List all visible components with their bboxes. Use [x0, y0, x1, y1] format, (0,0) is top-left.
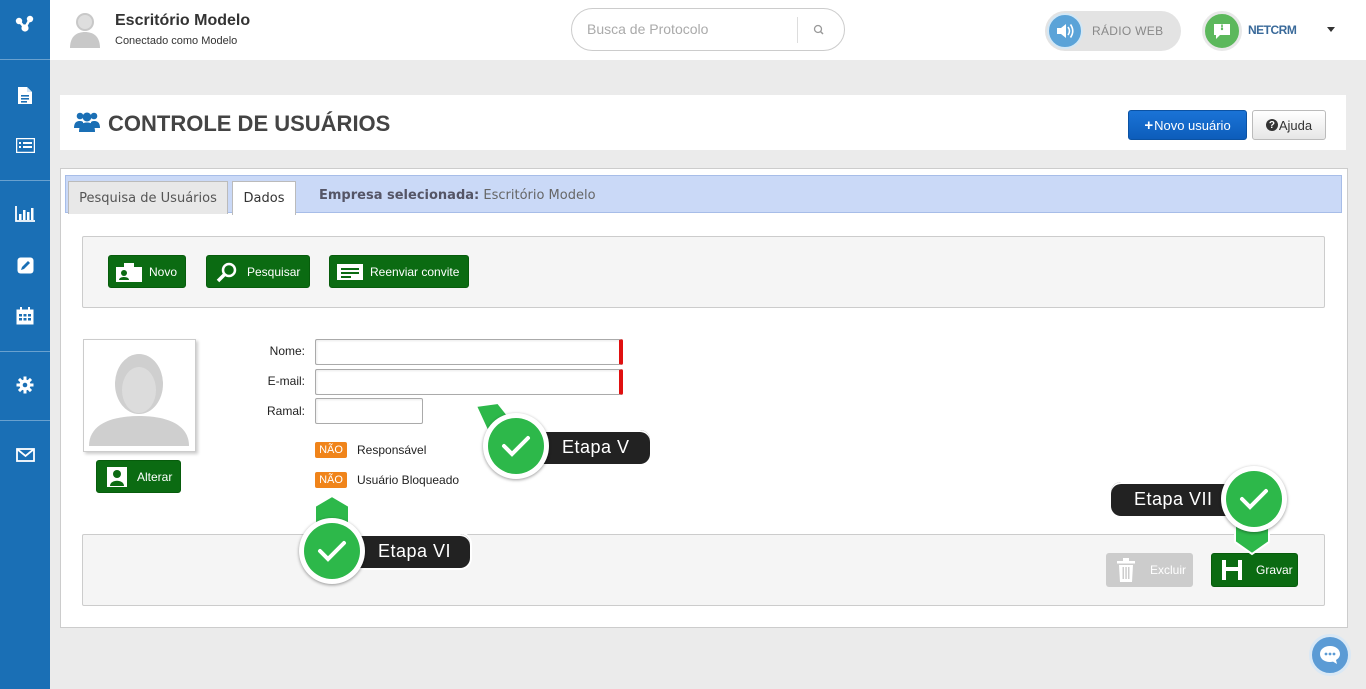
mail-icon[interactable] — [0, 440, 50, 470]
search-icon[interactable] — [810, 21, 828, 39]
logo-icon[interactable] — [0, 9, 50, 39]
check-icon — [304, 523, 360, 579]
netcrm-brand[interactable]: NETCRM — [1202, 11, 1302, 51]
chevron-down-icon[interactable] — [1327, 27, 1335, 32]
users-icon — [74, 110, 100, 132]
avatar[interactable] — [68, 10, 102, 48]
app-title: Escritório Modelo — [115, 12, 251, 29]
novo-button[interactable]: Novo — [108, 255, 186, 288]
alterar-label: Alterar — [137, 469, 173, 484]
nome-label: Nome: — [269, 344, 305, 358]
responsavel-toggle[interactable]: NÃO — [315, 442, 347, 458]
chart-icon[interactable] — [0, 199, 50, 229]
search-input[interactable] — [587, 21, 787, 37]
app-subtitle: Conectado como Modelo — [115, 35, 238, 47]
step-vii-badge — [1221, 466, 1287, 532]
main-panel: Pesquisa de Usuários Dados Empresa selec… — [60, 168, 1348, 628]
radio-web-button[interactable]: RÁDIO WEB — [1045, 11, 1181, 51]
action-toolbar: Novo Pesquisar Reenviar convite — [82, 236, 1325, 308]
excluir-label: Excluir — [1150, 563, 1187, 577]
check-icon — [1226, 471, 1282, 527]
bloqueado-label: Usuário Bloqueado — [357, 473, 460, 487]
gravar-label: Gravar — [1256, 563, 1293, 577]
new-user-button[interactable]: + Novo usuário — [1128, 110, 1247, 140]
help-label: Ajuda — [1278, 117, 1313, 133]
message-icon — [336, 261, 364, 283]
tab-bar: Pesquisa de Usuários Dados Empresa selec… — [65, 175, 1342, 215]
gravar-button[interactable]: Gravar — [1211, 553, 1298, 587]
help-button[interactable]: ? Ajuda — [1252, 110, 1326, 140]
edit-icon[interactable] — [0, 250, 50, 280]
new-user-label: Novo usuário — [1154, 117, 1231, 133]
excluir-button[interactable]: Excluir — [1106, 553, 1193, 587]
tab-dados[interactable]: Dados — [232, 181, 296, 215]
ramal-label: Ramal: — [266, 404, 305, 418]
gear-icon[interactable] — [0, 370, 50, 400]
chat-logo-icon — [1202, 11, 1242, 51]
plus-icon: + — [1144, 116, 1154, 134]
reenviar-convite-button[interactable]: Reenviar convite — [329, 255, 469, 288]
sidebar-divider — [0, 59, 50, 60]
pesquisar-label: Pesquisar — [247, 264, 301, 279]
calendar-icon[interactable] — [0, 301, 50, 331]
magnifier-icon — [213, 261, 241, 283]
id-card-icon — [115, 261, 143, 283]
form-footer: Excluir Gravar — [82, 534, 1325, 606]
list-icon[interactable] — [0, 130, 50, 160]
top-header: Escritório Modelo Conectado como Modelo … — [50, 0, 1366, 60]
speaker-icon — [1047, 13, 1083, 49]
sidebar-divider — [0, 180, 50, 181]
selected-company: Empresa selecionada: Escritório Modelo — [319, 188, 596, 203]
company-name: Escritório Modelo — [483, 188, 596, 203]
nome-field[interactable] — [315, 339, 623, 365]
ramal-field[interactable] — [315, 398, 423, 424]
sidebar-divider — [0, 420, 50, 421]
step-vi-badge — [299, 518, 365, 584]
company-prefix: Empresa selecionada: — [319, 188, 480, 203]
sidebar — [0, 0, 50, 689]
page-title: CONTROLE DE USUÁRIOS — [108, 111, 391, 136]
page-header: CONTROLE DE USUÁRIOS + Novo usuário ? Aj… — [60, 95, 1346, 150]
search-divider — [797, 17, 798, 43]
save-icon — [1218, 559, 1246, 581]
user-card-icon — [103, 466, 131, 488]
brand-label: NETCRM — [1248, 23, 1297, 37]
document-icon[interactable] — [0, 80, 50, 110]
tab-pesquisa-usuarios[interactable]: Pesquisa de Usuários — [68, 181, 228, 214]
email-label: E-mail: — [267, 374, 305, 388]
trash-icon — [1112, 558, 1140, 582]
step-v-badge — [483, 413, 549, 479]
sidebar-divider — [0, 351, 50, 352]
protocol-search — [571, 8, 845, 51]
radio-web-label: RÁDIO WEB — [1092, 24, 1164, 38]
check-icon — [488, 418, 544, 474]
email-field[interactable] — [315, 369, 623, 395]
alterar-photo-button[interactable]: Alterar — [96, 460, 181, 493]
pesquisar-button[interactable]: Pesquisar — [206, 255, 310, 288]
question-icon: ? — [1265, 119, 1278, 131]
reenviar-label: Reenviar convite — [370, 264, 460, 279]
novo-label: Novo — [149, 264, 178, 279]
bloqueado-toggle[interactable]: NÃO — [315, 472, 347, 488]
user-photo — [83, 339, 196, 452]
chat-bubble-icon[interactable] — [1309, 634, 1351, 676]
responsavel-label: Responsável — [357, 443, 427, 457]
